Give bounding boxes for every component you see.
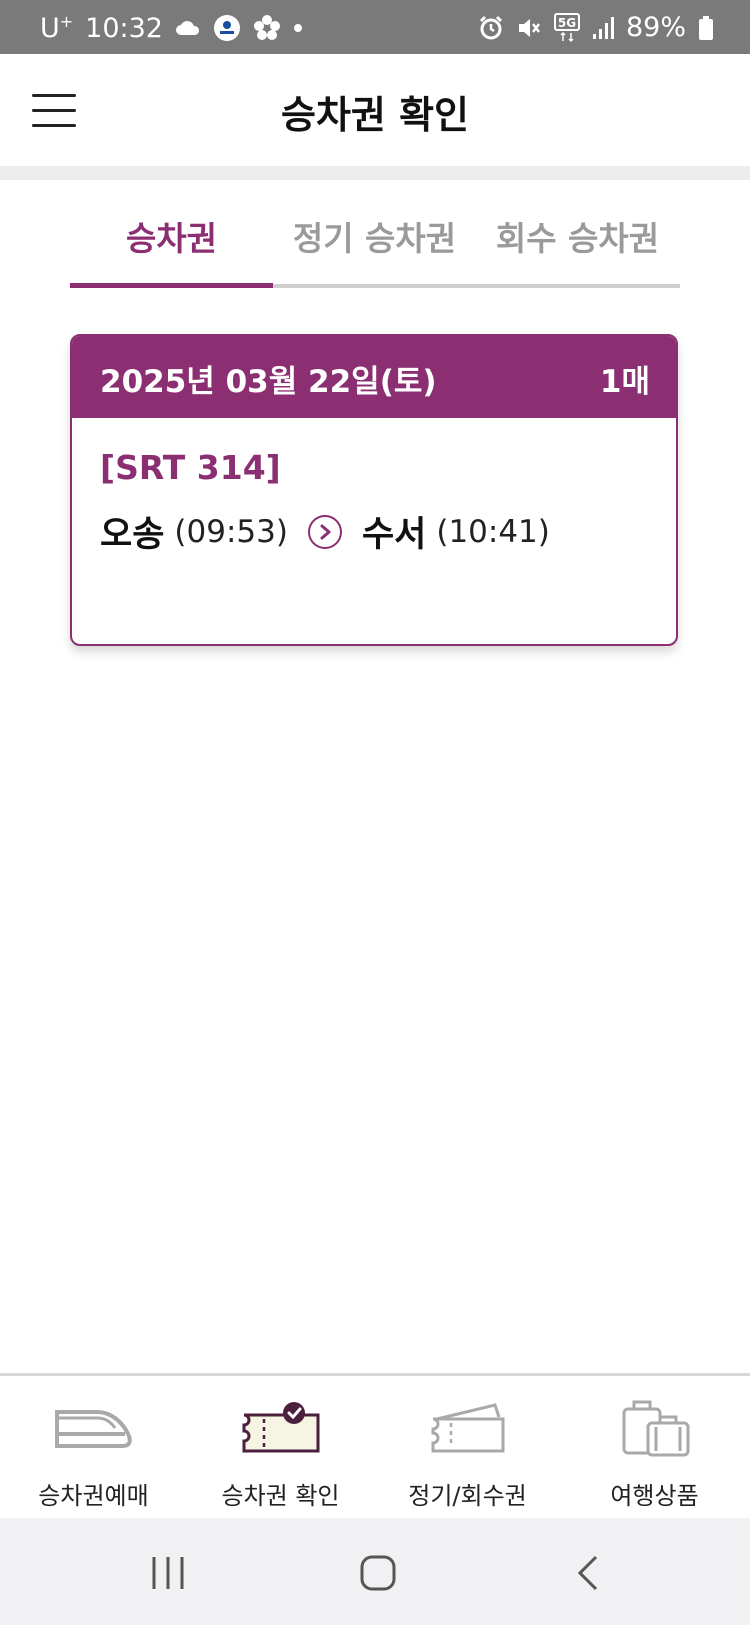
- tab-ticket[interactable]: 승차권: [70, 210, 273, 286]
- carrier-sup: +: [59, 12, 74, 31]
- ticket-count: 1매: [599, 364, 650, 400]
- mute-icon: [516, 15, 542, 41]
- carrier-label: U+: [40, 12, 73, 44]
- nav-label-season-ticket: 정기/회수권: [408, 1482, 527, 1510]
- nav-item-booking[interactable]: 승차권예매: [0, 1376, 187, 1518]
- flower-icon: [253, 14, 281, 42]
- status-left: U+ 10:32: [40, 12, 303, 44]
- ticket-icon: [423, 1398, 513, 1460]
- arrival-station: 수서: [361, 515, 427, 555]
- alarm-icon: [478, 15, 504, 41]
- tab-active-indicator: [70, 283, 273, 288]
- home-icon[interactable]: [348, 1548, 408, 1598]
- ticket-card[interactable]: 2025년 03월 22일(토) 1매 [SRT 314] 오송 (09:53)…: [70, 334, 678, 646]
- network-5g-icon: 5G: [553, 12, 580, 43]
- signal-icon: [592, 16, 614, 40]
- status-bar: U+ 10:32 5G 89%: [0, 0, 750, 54]
- status-time: 10:32: [85, 12, 163, 44]
- ticket-tabs: 승차권 정기 승차권 회수 승차권: [70, 210, 680, 290]
- train-icon: [49, 1398, 139, 1460]
- recent-apps-icon[interactable]: [138, 1548, 198, 1598]
- nav-item-travel[interactable]: 여행상품: [561, 1376, 748, 1518]
- tab-coupon-ticket[interactable]: 회수 승차권: [476, 210, 679, 286]
- nav-label-booking: 승차권예매: [38, 1482, 149, 1510]
- page-title: 승차권 확인: [280, 93, 470, 137]
- nav-label-ticket-check: 승차권 확인: [221, 1482, 340, 1510]
- chevron-right-icon: [307, 514, 342, 549]
- network-label: 5G: [558, 16, 576, 30]
- app-header: 승차권 확인: [0, 54, 750, 166]
- ticket-date: 2025년 03월 22일(토): [100, 364, 437, 400]
- nav-label-travel: 여행상품: [610, 1482, 699, 1510]
- battery-percent: 89%: [625, 12, 686, 43]
- departure-station: 오송: [100, 515, 165, 555]
- ticket-route: 오송 (09:53) 수서 (10:41): [100, 506, 550, 557]
- tab-season-ticket[interactable]: 정기 승차권: [273, 210, 476, 286]
- app-notification-icon: [213, 14, 241, 42]
- bottom-nav: 승차권예매 승차권 확인 정기/회수권 여행상품: [0, 1373, 750, 1518]
- battery-icon: [698, 15, 714, 41]
- carrier-name: U: [40, 13, 60, 44]
- cloud-icon: [175, 20, 201, 36]
- departure-time: (09:53): [174, 513, 288, 550]
- status-right: 5G 89%: [478, 12, 714, 43]
- header-divider: [0, 166, 750, 180]
- arrival-time: (10:41): [436, 513, 550, 550]
- back-icon[interactable]: [560, 1548, 620, 1598]
- dot-icon: [293, 23, 303, 33]
- ticket-check-icon: [236, 1398, 326, 1460]
- nav-item-season-ticket[interactable]: 정기/회수권: [374, 1376, 561, 1518]
- ticket-header: 2025년 03월 22일(토) 1매: [72, 336, 676, 418]
- nav-item-ticket-check[interactable]: 승차권 확인: [187, 1376, 374, 1518]
- luggage-icon: [610, 1398, 700, 1460]
- train-name: [SRT 314]: [100, 448, 281, 487]
- system-nav-bar: [0, 1518, 750, 1625]
